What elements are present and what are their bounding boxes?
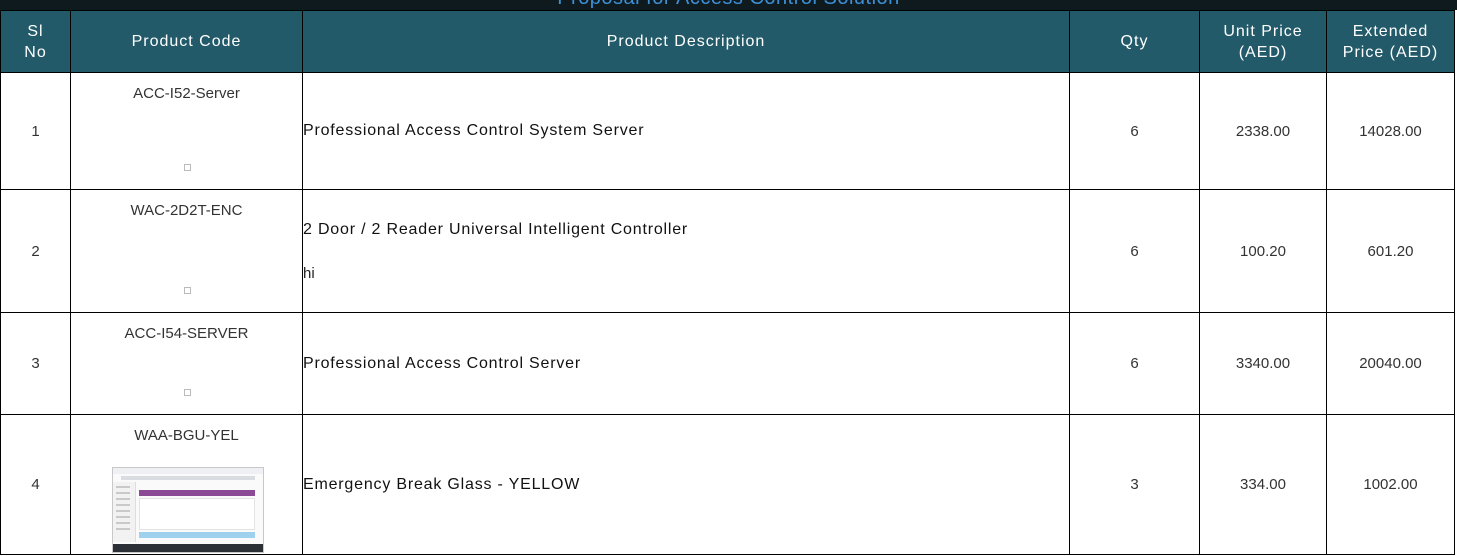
table-row: 4 WAA-BGU-YEL Emergency Break Glass - YE… <box>0 414 1455 555</box>
product-code: ACC-I54-SERVER <box>124 325 249 342</box>
header-unit-price-line2: (AED) <box>1238 43 1288 61</box>
unit-price: 3340.00 <box>1199 312 1327 415</box>
product-description: Professional Access Control System Serve… <box>302 72 1070 190</box>
unit-price: 100.20 <box>1199 189 1327 313</box>
header-product-code: Product Code <box>70 10 303 73</box>
header-unit-price: Unit Price (AED) <box>1199 10 1327 73</box>
product-description-text: 2 Door / 2 Reader Universal Intelligent … <box>303 220 689 238</box>
header-unit-price-line1: Unit Price <box>1223 22 1303 40</box>
header-sl-no-line2: No <box>24 43 47 61</box>
quantity: 6 <box>1069 189 1200 313</box>
product-description: 2 Door / 2 Reader Universal Intelligent … <box>302 189 1070 313</box>
extended-price: 20040.00 <box>1326 312 1455 415</box>
product-description-text: Professional Access Control Server <box>303 354 581 372</box>
quantity: 6 <box>1069 72 1200 190</box>
product-code: WAC-2D2T-ENC <box>130 202 243 219</box>
header-extended-price: Extended Price (AED) <box>1326 10 1455 73</box>
extended-price: 1002.00 <box>1326 414 1455 555</box>
row-sl-no: 4 <box>0 414 71 555</box>
extended-price: 601.20 <box>1326 189 1455 313</box>
title-bar: Proposal for Access Control Solution <box>0 0 1457 10</box>
row-sl-no: 2 <box>0 189 71 313</box>
product-image-placeholder <box>183 287 191 294</box>
product-image-placeholder <box>183 164 191 171</box>
header-extended-price-line2: Price (AED) <box>1342 43 1439 61</box>
product-code-cell: ACC-I52-Server <box>70 72 303 190</box>
quantity: 3 <box>1069 414 1200 555</box>
quantity: 6 <box>1069 312 1200 415</box>
product-image-thumbnail <box>112 467 264 553</box>
header-extended-price-line1: Extended <box>1352 22 1429 40</box>
product-code-cell: ACC-I54-SERVER <box>70 312 303 415</box>
product-description: Emergency Break Glass - YELLOW <box>302 414 1070 555</box>
header-row: Sl No Product Code Product Description Q… <box>0 10 1455 73</box>
product-description-text: Professional Access Control System Serve… <box>303 122 645 139</box>
table-row: 1 ACC-I52-Server Professional Access Con… <box>0 72 1455 190</box>
product-image-placeholder <box>183 389 191 396</box>
unit-price: 334.00 <box>1199 414 1327 555</box>
header-sl-no: Sl No <box>0 10 71 73</box>
product-code: WAA-BGU-YEL <box>134 427 239 444</box>
quotation-table: Sl No Product Code Product Description Q… <box>0 10 1455 555</box>
product-code-cell: WAC-2D2T-ENC <box>70 189 303 313</box>
row-sl-no: 3 <box>0 312 71 415</box>
proposal-title: Proposal for Access Control Solution <box>0 0 1457 10</box>
header-sl-no-line1: Sl <box>27 22 44 40</box>
product-description-text: Emergency Break Glass - YELLOW <box>303 475 581 493</box>
product-description: Professional Access Control Server <box>302 312 1070 415</box>
extended-price: 14028.00 <box>1326 72 1455 190</box>
product-code-cell: WAA-BGU-YEL <box>70 414 303 555</box>
header-product-description: Product Description <box>302 10 1070 73</box>
unit-price: 2338.00 <box>1199 72 1327 190</box>
table-row: 3 ACC-I54-SERVER Professional Access Con… <box>0 312 1455 415</box>
table-row: 2 WAC-2D2T-ENC 2 Door / 2 Reader Univers… <box>0 189 1455 313</box>
product-description-note: hi <box>303 264 315 282</box>
row-sl-no: 1 <box>0 72 71 190</box>
header-qty: Qty <box>1069 10 1200 73</box>
product-code: ACC-I52-Server <box>133 85 240 102</box>
